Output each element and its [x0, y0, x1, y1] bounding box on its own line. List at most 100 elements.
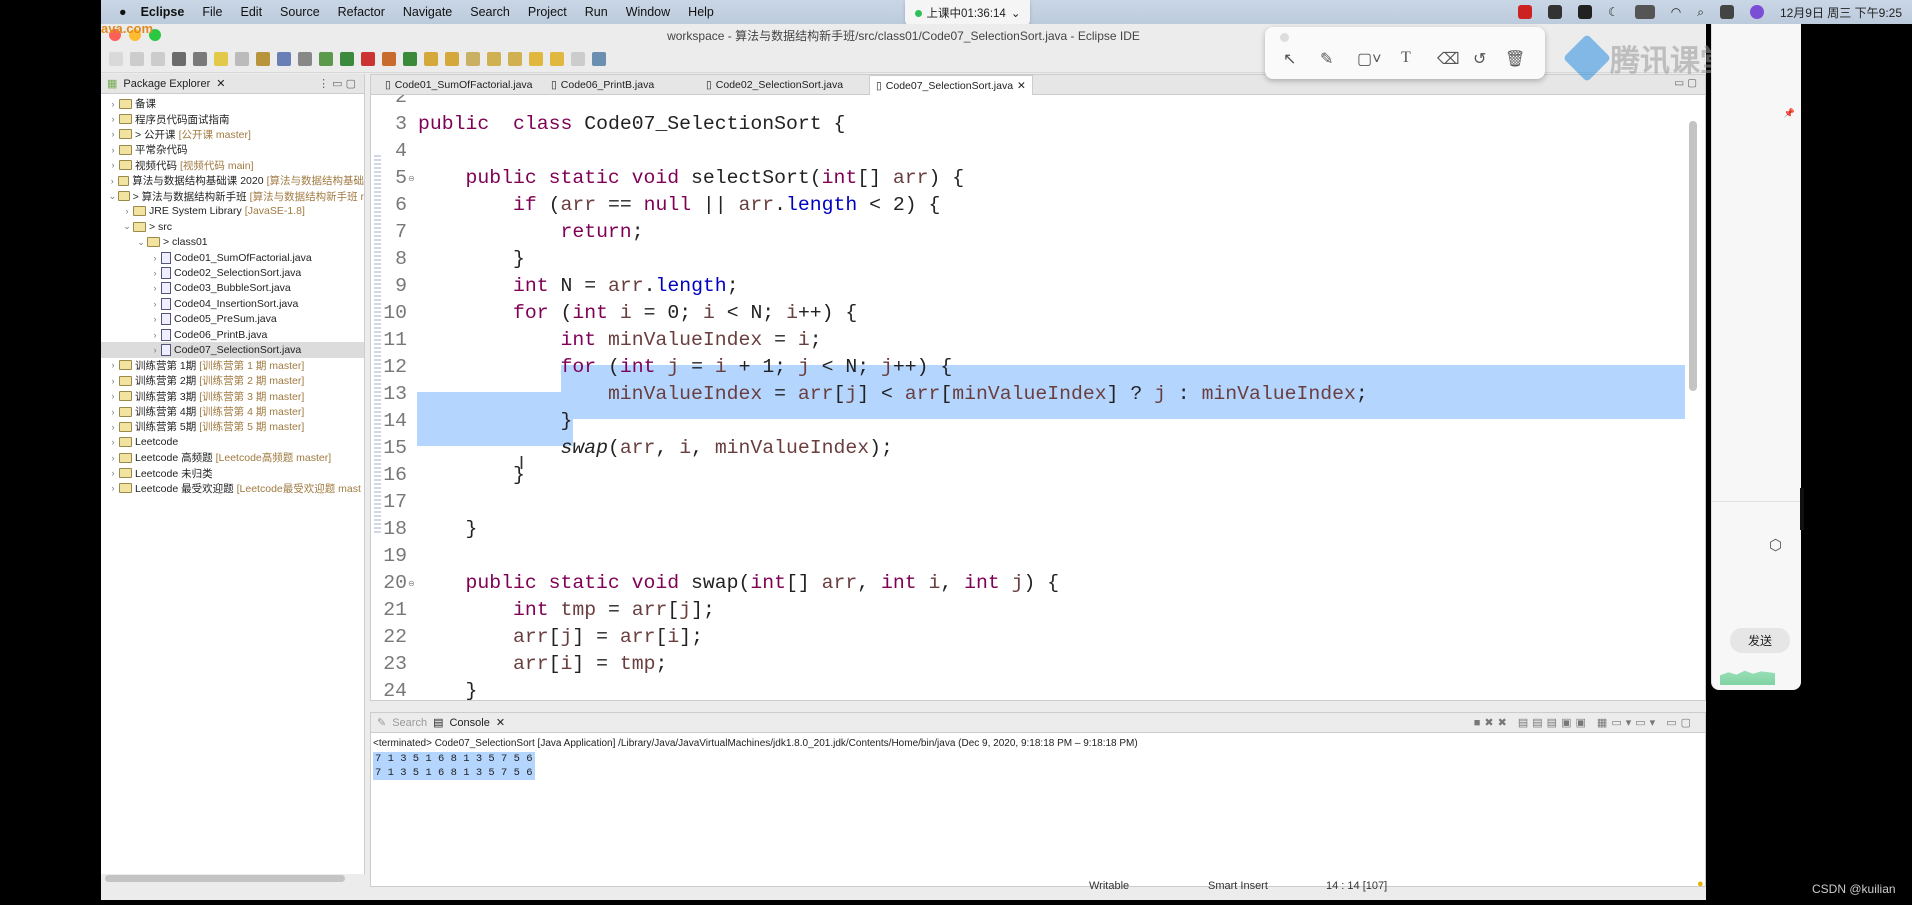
control-center-icon[interactable]	[1719, 5, 1734, 19]
toolbar-button-icon[interactable]	[571, 52, 585, 66]
chevron-right-icon[interactable]: ›	[107, 160, 119, 170]
tree-item[interactable]: › Code05_PreSum.java	[101, 311, 364, 326]
tree-item[interactable]: › > 公开课 [公开课 master]	[101, 127, 364, 142]
lightbulb-icon[interactable]: ●	[1697, 878, 1704, 890]
toolbar-button-icon[interactable]	[319, 52, 333, 66]
tree-item[interactable]: › 视频代码 [视频代码 main]	[101, 158, 364, 173]
tab-console[interactable]: Console	[449, 717, 489, 729]
sidebar-grip[interactable]	[1800, 488, 1804, 530]
tree-item[interactable]: › Code02_SelectionSort.java	[101, 265, 364, 280]
menu-source[interactable]: Source	[280, 5, 320, 19]
tree-item[interactable]: › Code07_SelectionSort.java	[101, 342, 364, 358]
toolbar-button-icon[interactable]	[172, 52, 186, 66]
tree-item[interactable]: › 训练营第 5期 [训练营第 5 期 master]	[101, 419, 364, 434]
tree-item[interactable]: › 训练营第 2期 [训练营第 2 期 master]	[101, 373, 364, 388]
tree-item[interactable]: › Code04_InsertionSort.java	[101, 296, 364, 311]
tree-item[interactable]: › Leetcode 未归类	[101, 465, 364, 480]
close-icon[interactable]: ✕	[1017, 80, 1026, 92]
menu-refactor[interactable]: Refactor	[338, 5, 385, 19]
chevron-right-icon[interactable]: ›	[149, 253, 161, 263]
chevron-right-icon[interactable]: ›	[149, 299, 161, 309]
tree-item[interactable]: › 训练营第 1期 [训练营第 1 期 master]	[101, 358, 364, 373]
text-tool-icon[interactable]: T	[1401, 49, 1411, 67]
chevron-right-icon[interactable]: ›	[149, 330, 161, 340]
chevron-right-icon[interactable]: ›	[107, 145, 119, 155]
settings-icon[interactable]: ⬡	[1769, 536, 1782, 554]
console-toolbar-icons[interactable]: ■✖✖ ▤▤▤▣▣ ▦▭▾▭▾ ▭▢	[1474, 716, 1695, 729]
evernote-icon[interactable]	[1547, 5, 1562, 19]
toolbar-button-icon[interactable]	[214, 52, 228, 66]
tab-package-explorer[interactable]: Package Explorer	[123, 78, 210, 90]
chevron-down-icon[interactable]: ⌄	[107, 191, 118, 202]
send-button[interactable]: 发送	[1730, 628, 1790, 653]
chevron-right-icon[interactable]: ›	[107, 99, 119, 109]
toolbar-button-icon[interactable]	[193, 52, 207, 66]
chevron-right-icon[interactable]: ›	[107, 129, 119, 139]
view-menu-icon[interactable]: ⋮ ▭ ▢	[318, 77, 356, 90]
chevron-right-icon[interactable]: ›	[107, 391, 119, 401]
editor-tab[interactable]: ▯ Code06_PrintB.java	[545, 75, 660, 95]
tree-item[interactable]: › JRE System Library [JavaSE-1.8]	[101, 204, 364, 219]
tree-item[interactable]: › 训练营第 4期 [训练营第 4 期 master]	[101, 404, 364, 419]
menu-app[interactable]: Eclipse	[141, 5, 185, 19]
tray-app-icon[interactable]	[1517, 5, 1532, 19]
chevron-right-icon[interactable]: ›	[121, 206, 133, 216]
pen-icon[interactable]: ✎	[1320, 49, 1333, 69]
chevron-right-icon[interactable]: ›	[149, 345, 161, 355]
drag-handle[interactable]	[1280, 33, 1289, 42]
input-method-icon[interactable]	[1577, 5, 1592, 19]
chevron-right-icon[interactable]: ›	[149, 283, 161, 293]
tree-item[interactable]: › Code06_PrintB.java	[101, 327, 364, 342]
toolbar-button-icon[interactable]	[130, 52, 144, 66]
pin-icon[interactable]: 📌	[1784, 108, 1795, 119]
tree-item[interactable]: › 训练营第 3期 [训练营第 3 期 master]	[101, 388, 364, 403]
menu-edit[interactable]: Edit	[241, 5, 263, 19]
chevron-right-icon[interactable]: ›	[149, 314, 161, 324]
chevron-down-icon[interactable]: ⌄	[121, 221, 133, 232]
toolbar-button-icon[interactable]	[256, 52, 270, 66]
toolbar-button-icon[interactable]	[445, 52, 459, 66]
tree-item[interactable]: ⌄ > class01	[101, 235, 364, 250]
pointer-icon[interactable]: ↖	[1283, 49, 1296, 69]
tree-item[interactable]: › Code01_SumOfFactorial.java	[101, 250, 364, 265]
clock[interactable]: 12月9日 周三 下午9:25	[1780, 4, 1902, 21]
toolbar-button-icon[interactable]	[109, 52, 123, 66]
menu-project[interactable]: Project	[528, 5, 567, 19]
chevron-right-icon[interactable]: ›	[107, 176, 118, 186]
chevron-right-icon[interactable]: ›	[107, 376, 119, 386]
apple-icon[interactable]: ●	[119, 5, 127, 19]
chevron-right-icon[interactable]: ›	[107, 483, 119, 493]
chevron-right-icon[interactable]: ›	[107, 407, 119, 417]
toolbar-button-icon[interactable]	[592, 52, 606, 66]
toolbar-button-icon[interactable]	[340, 52, 354, 66]
menu-run[interactable]: Run	[585, 5, 608, 19]
editor-tab[interactable]: ▯ Code01_SumOfFactorial.java	[379, 75, 539, 95]
tree-item[interactable]: › Code03_BubbleSort.java	[101, 281, 364, 296]
eraser-icon[interactable]: ⌫	[1437, 49, 1460, 69]
tree-item[interactable]: › Leetcode	[101, 435, 364, 450]
toolbar-button-icon[interactable]	[277, 52, 291, 66]
tree-item[interactable]: ⌄ > src	[101, 219, 364, 234]
toolbar-button-icon[interactable]	[487, 52, 501, 66]
fold-toggle-icon[interactable]: ⊖	[408, 165, 415, 192]
code-area[interactable]: 2 3 public class Code07_SelectionSort {4 5 ⊖…	[371, 95, 1705, 701]
toolbar-button-icon[interactable]	[151, 52, 165, 66]
scrollbar-thumb[interactable]	[1689, 121, 1697, 391]
menu-file[interactable]: File	[202, 5, 222, 19]
search-icon[interactable]: ⌕	[1697, 5, 1704, 20]
tree-item[interactable]: › 备课	[101, 96, 364, 111]
close-icon[interactable]: ✕	[496, 716, 505, 729]
tree-item[interactable]: › Leetcode 高频题 [Leetcode高频题 master]	[101, 450, 364, 465]
toolbar-button-icon[interactable]	[424, 52, 438, 66]
close-icon[interactable]: ✕	[216, 77, 225, 90]
chevron-right-icon[interactable]: ›	[107, 360, 119, 370]
editor-tab[interactable]: ▯ Code02_SelectionSort.java	[700, 75, 849, 95]
toolbar-button-icon[interactable]	[235, 52, 249, 66]
toolbar-button-icon[interactable]	[466, 52, 480, 66]
class-timer[interactable]: 上课中01:36:14 ⌄	[905, 0, 1030, 26]
tree-item[interactable]: › 算法与数据结构基础课 2020 [算法与数据结构基础	[101, 173, 364, 188]
chevron-right-icon[interactable]: ›	[149, 268, 161, 278]
tab-search[interactable]: Search	[392, 717, 427, 729]
chevron-right-icon[interactable]: ›	[107, 114, 119, 124]
menu-window[interactable]: Window	[626, 5, 670, 19]
